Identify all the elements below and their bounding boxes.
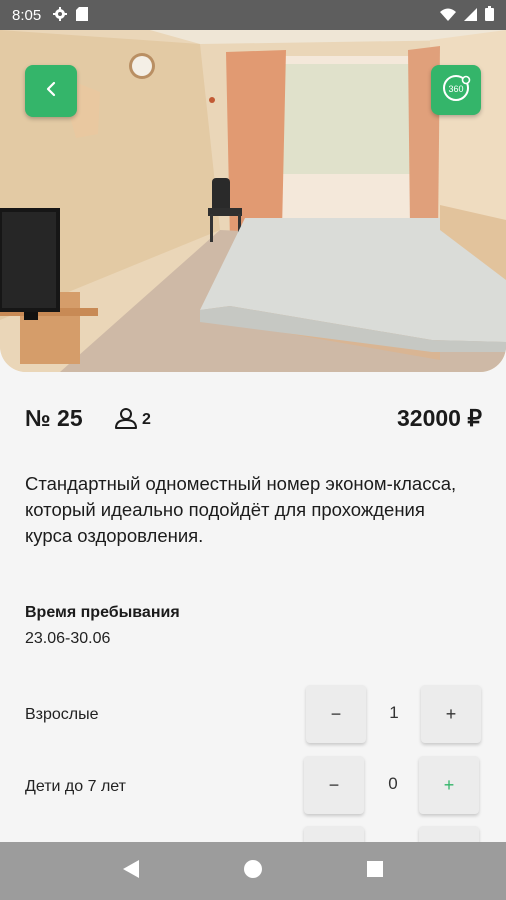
wifi-icon <box>440 6 456 25</box>
system-nav-bar <box>0 842 506 900</box>
guest-count: 2 <box>142 411 151 428</box>
adults-label: Взрослые <box>25 706 99 723</box>
recents-square-icon <box>366 860 384 882</box>
pano-360-button[interactable]: 360 <box>431 65 481 115</box>
status-bar: 8:05 <box>0 0 506 30</box>
room-description: Стандартный одноместный номер эконом-кла… <box>25 473 457 546</box>
sd-card-icon <box>76 6 89 25</box>
room-price: 32000 ₽ <box>397 405 482 431</box>
adults-decrement-button[interactable]: − <box>306 685 366 743</box>
gear-icon <box>53 6 68 25</box>
signal-icon <box>464 6 477 25</box>
nav-back-button[interactable] <box>111 851 151 891</box>
children-label: Дети до 7 лет <box>25 778 126 795</box>
children-decrement-button[interactable]: − <box>304 756 364 814</box>
back-button[interactable] <box>25 65 77 117</box>
children-increment-button[interactable]: + <box>419 756 479 814</box>
nav-recents-button[interactable] <box>355 851 395 891</box>
back-triangle-icon <box>122 859 140 883</box>
status-time: 8:05 <box>12 6 42 24</box>
adults-increment-button[interactable]: + <box>421 685 481 743</box>
nav-home-button[interactable] <box>233 851 273 891</box>
guest-capacity: 2 <box>114 406 151 434</box>
battery-icon <box>485 5 494 25</box>
person-icon <box>114 406 138 434</box>
room-number: № 25 <box>25 405 83 431</box>
pano-360-icon: 360 <box>439 71 473 109</box>
stay-period-dates: 23.06-30.06 <box>25 630 111 647</box>
home-circle-icon <box>243 859 263 883</box>
adults-count: 1 <box>389 703 399 722</box>
children-count: 0 <box>388 774 398 793</box>
pano-360-label: 360 <box>448 84 463 94</box>
stay-period-label: Время пребывания <box>25 604 180 621</box>
chevron-left-icon <box>44 80 58 102</box>
